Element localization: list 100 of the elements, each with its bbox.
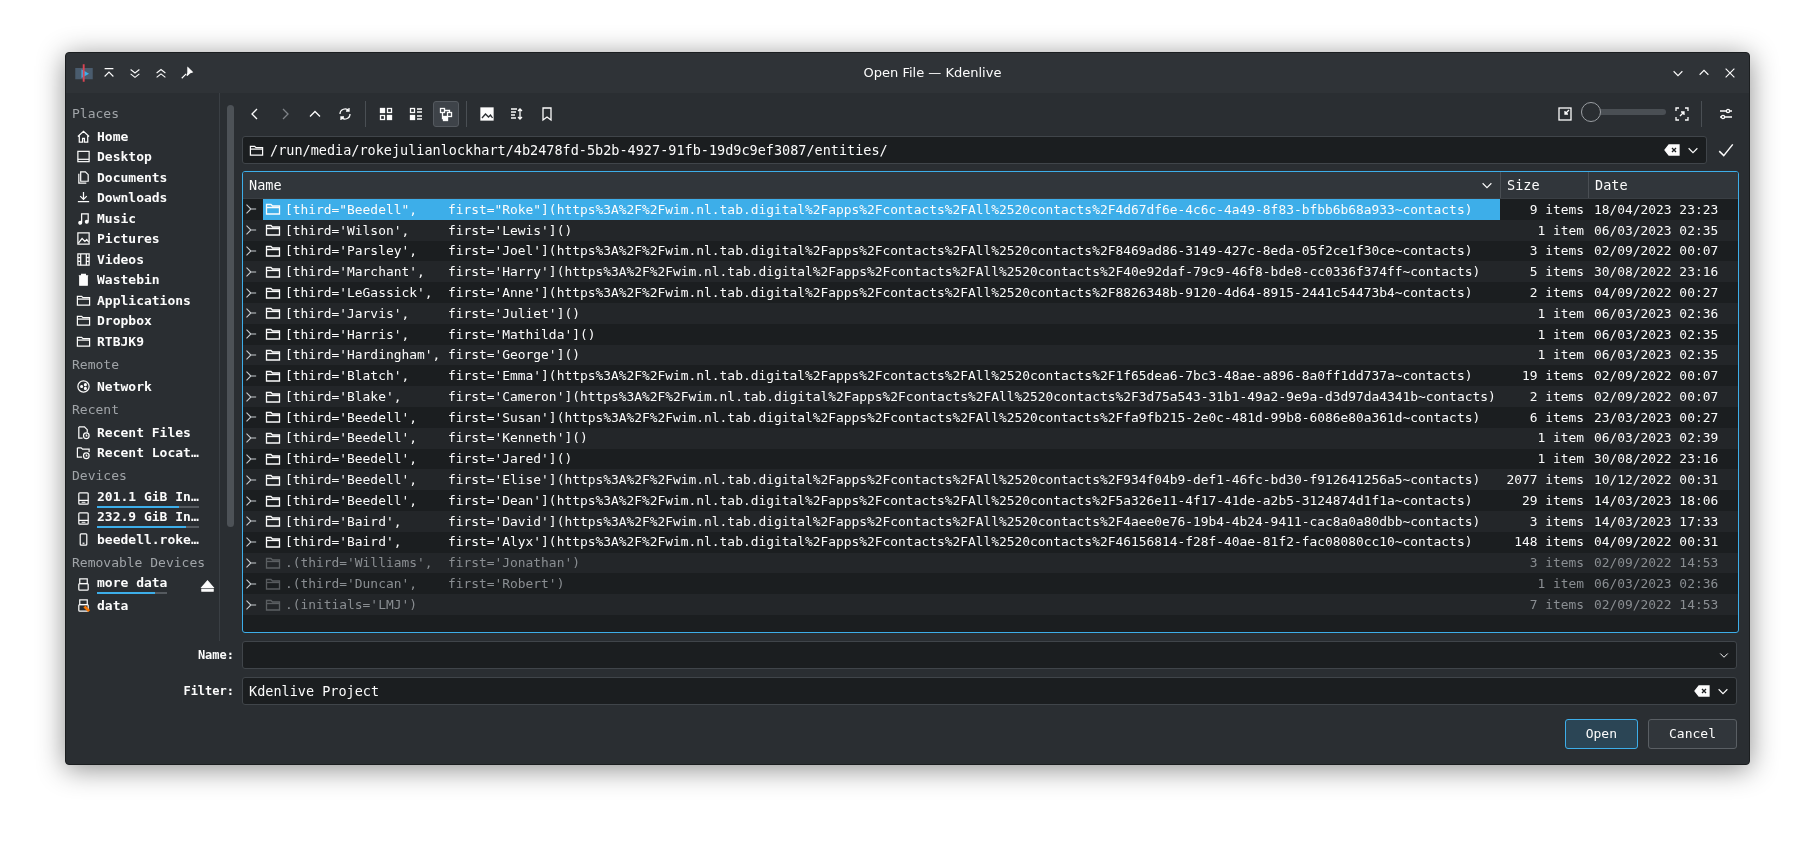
sidebar-item[interactable]: Music [72, 208, 219, 229]
sidebar-item-label: Network [97, 378, 152, 396]
item-count: 1 item [1536, 450, 1585, 469]
folder-icon [265, 513, 281, 530]
sidebar-item[interactable]: Applications [72, 290, 219, 311]
sidebar-item[interactable]: Dropbox [72, 310, 219, 331]
recent-file-icon [76, 424, 91, 440]
item-count: 1 item [1536, 325, 1585, 344]
modified-date: 04/09/2022 00:31 [1593, 533, 1720, 552]
sidebar-item[interactable]: Recent Files [72, 422, 219, 443]
file-row[interactable]: [third='Beedell', first='Susan'](https%3A%2F%2Fwim.nl.tab.digital%2Fapps%2Fcontacts%2FAll%2520contacts%2Ffa9fb215-2e0c-481d-99b8-6086e80a361d~contacts) [263, 406, 1500, 428]
eject-icon [200, 578, 215, 593]
file-name: [third='Beedell', first='Susan'](https%3A%2F%2Fwim.nl.tab.digital%2Fapps%2Fcontacts%2FAll%2520contacts%2Ffa9fb215-2e0c-481d-99b8-6086e80a361d~contacts) [285, 408, 1481, 427]
file-row[interactable]: [third='Parsley', first='Joel'](https%3A%2F%2Fwim.nl.tab.digital%2Fapps%2Fcontacts%2FAll%2520contacts%2F8469ad86-3149-427c-8eda-05f2ce1f30ce~contacts) [263, 240, 1500, 262]
file-row[interactable]: [third='Beedell', first='Elise'](https%3A%2F%2Fwim.nl.tab.digital%2Fapps%2Fcontacts%2FAll%2520contacts%2F934f04b9-def1-46fc-bd30-f912641256a5~contacts) [263, 469, 1500, 491]
file-row[interactable]: .(third='Williams', first='Jonathan') [263, 552, 1500, 574]
modified-date: 06/03/2023 02:35 [1593, 325, 1720, 344]
folder-icon [265, 305, 281, 322]
icons-view-icon [378, 106, 394, 122]
zoom-out-icon [1557, 106, 1573, 122]
file-row[interactable]: [third='Wilson', first='Lewis']() [263, 219, 1500, 241]
expand-arrow-icon [243, 244, 257, 258]
file-name: [third='Marchant', first='Harry'](https%3A%2F%2Fwim.nl.tab.digital%2Fapps%2Fcontacts%2FAll%2520contacts%2F40e92daf-79c9-46f8-bde8-cc0336f374ff~contacts) [285, 263, 1481, 282]
modified-date: 02/09/2022 00:07 [1593, 387, 1720, 406]
double-chevron-up-icon [154, 66, 168, 80]
recent-folder-icon [76, 445, 91, 461]
sidebar-item[interactable]: Network [72, 376, 219, 397]
column-header[interactable]: Date [1588, 172, 1738, 198]
sidebar-item[interactable]: RTBJK9 [72, 331, 219, 352]
modified-date: 30/08/2022 23:16 [1593, 450, 1720, 469]
item-count: 3 items [1528, 512, 1585, 531]
modified-date: 02/09/2022 00:07 [1593, 367, 1720, 386]
sidebar-item[interactable]: Desktop [72, 146, 219, 167]
file-row[interactable]: .(initials='LMJ') [263, 594, 1500, 615]
sidebar-item[interactable]: 201.1 GiB In… [72, 488, 219, 509]
folder-icon [265, 326, 281, 343]
sidebar-item-label: Recent Locat… [97, 444, 199, 462]
sidebar-item-label: Documents [97, 168, 168, 187]
folder-icon [265, 201, 281, 218]
file-row[interactable]: [third='Marchant', first='Harry'](https%3A%2F%2Fwim.nl.tab.digital%2Fapps%2Fcontacts%2FAll%2520contacts%2F40e92daf-79c9-46f8-bde8-cc0336f374ff~contacts) [263, 261, 1500, 283]
file-row[interactable]: .(third='Duncan', first='Robert') [263, 573, 1500, 595]
item-count: 6 items [1528, 408, 1585, 427]
sidebar-item[interactable]: 232.9 GiB In… [72, 508, 219, 529]
sidebar-item[interactable]: Home [72, 126, 219, 147]
modified-date: 06/03/2023 02:36 [1593, 304, 1720, 323]
sidebar-item[interactable]: beedell.roke… [72, 529, 219, 550]
item-count: 148 items [1513, 533, 1585, 552]
file-row[interactable]: [third='Baird', first='Alyx'](https%3A%2F%2Fwim.nl.tab.digital%2Fapps%2Fcontacts%2FAll%2520contacts%2F46156814-f28f-40ae-81f2-fac08080cc10~contacts) [263, 531, 1500, 553]
file-name: .(third='Duncan', first='Robert') [285, 575, 565, 594]
preview-icon [479, 106, 495, 122]
name-field[interactable] [242, 641, 1737, 669]
music-note-icon [76, 210, 91, 226]
column-header[interactable]: Name [243, 172, 1500, 198]
column-header[interactable]: Size [1500, 172, 1588, 198]
sidebar-item[interactable]: Pictures [72, 228, 219, 249]
pin-icon [180, 66, 194, 80]
modified-date: 06/03/2023 02:39 [1593, 429, 1720, 448]
file-name: [third='Jarvis', first='Juliet']() [285, 304, 580, 323]
filter-field[interactable]: Kdenlive Project [242, 677, 1737, 705]
tree-view-icon [438, 106, 454, 122]
file-name: [third='Hardingham', first='George']() [285, 346, 580, 365]
app-icon[interactable] [74, 63, 94, 83]
modified-date: 06/03/2023 02:35 [1593, 346, 1720, 365]
file-row[interactable]: [third='Blatch', first='Emma'](https%3A%2F%2Fwim.nl.tab.digital%2Fapps%2Fcontacts%2FAll%2520contacts%2F1f65dea6-7bc3-48ae-a896-8a0ff1dd737a~contacts) [263, 365, 1500, 387]
modified-date: 02/09/2022 14:53 [1593, 595, 1720, 614]
sidebar-item[interactable]: Videos [72, 249, 219, 270]
sidebar-item[interactable]: Downloads [72, 187, 219, 208]
file-row[interactable]: [third='Hardingham', first='George']() [263, 344, 1500, 366]
filter-label: Filter: [182, 683, 234, 700]
file-name: [third='Baird', first='David'](https%3A%2F%2Fwim.nl.tab.digital%2Fapps%2Fcontacts%2FAll%2520contacts%2F4aee0e76-19b4-4b24-9411-cac8a0a80dbb~contacts) [285, 512, 1481, 531]
file-row[interactable]: [third='Baird', first='David'](https%3A%2F%2Fwim.nl.tab.digital%2Fapps%2Fcontacts%2FAll%2520contacts%2F4aee0e76-19b4-4b24-9411-cac8a0a80dbb~contacts) [263, 510, 1500, 532]
file-row[interactable]: [third='Harris', first='Mathilda']() [263, 323, 1500, 345]
sidebar-item[interactable]: Documents [72, 167, 219, 188]
sidebar-item[interactable]: Recent Locat… [72, 442, 219, 463]
dialog-button[interactable]: Open [1564, 719, 1639, 749]
reload-icon [337, 106, 353, 122]
tree-view-button[interactable] [433, 101, 459, 127]
modified-date: 30/08/2022 23:16 [1593, 263, 1720, 282]
sidebar-item[interactable]: more data [72, 574, 219, 595]
sort-icon [509, 106, 525, 122]
item-count: 2077 items [1505, 471, 1585, 490]
sidebar-section-heading: Places [72, 105, 120, 123]
file-row[interactable]: [third='Jarvis', first='Juliet']() [263, 303, 1500, 324]
modified-date: 14/03/2023 18:06 [1593, 491, 1720, 510]
folder-icon [265, 534, 281, 551]
scrollbar-thumb[interactable] [226, 105, 234, 527]
sidebar-section-heading: Devices [72, 467, 128, 485]
dialog-button[interactable]: Cancel [1648, 719, 1737, 749]
sidebar-section-heading: Removable Devices [72, 553, 207, 572]
sidebar-item[interactable]: data [72, 595, 219, 616]
slider-thumb[interactable] [1581, 102, 1601, 122]
home-icon [76, 128, 91, 144]
sidebar-item[interactable]: Wastebin [72, 269, 219, 290]
name-label: Name: [196, 647, 234, 664]
sidebar-item-label: more data [97, 575, 168, 591]
sidebar-item-label: Applications [97, 291, 191, 310]
file-row[interactable]: [third='Beedell', first='Kenneth']() [263, 427, 1500, 449]
trash-icon [76, 272, 91, 288]
file-row[interactable]: [third='Beedell', first='Jared']() [263, 448, 1500, 470]
path-field[interactable]: /run/media/rokejulianlockhart/4b2478fd-5b2b-4927-91fb-19d9c9ef3087/entities/ [242, 136, 1707, 164]
